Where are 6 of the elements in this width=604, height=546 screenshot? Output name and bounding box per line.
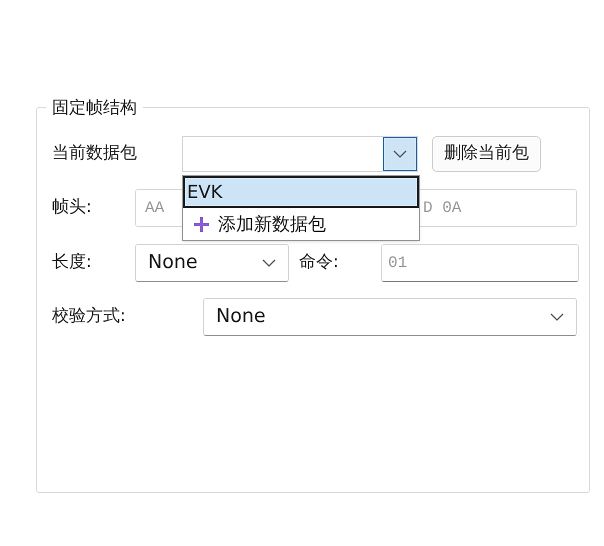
field-label: 命令: xyxy=(299,250,340,274)
field-label: 当前数据包 xyxy=(52,142,138,165)
field-label: 帧头: xyxy=(52,196,93,219)
field-label: 校验方式: xyxy=(52,304,127,328)
field-label: 长度: xyxy=(52,250,93,274)
group-title: 固定帧结构 xyxy=(46,98,143,118)
